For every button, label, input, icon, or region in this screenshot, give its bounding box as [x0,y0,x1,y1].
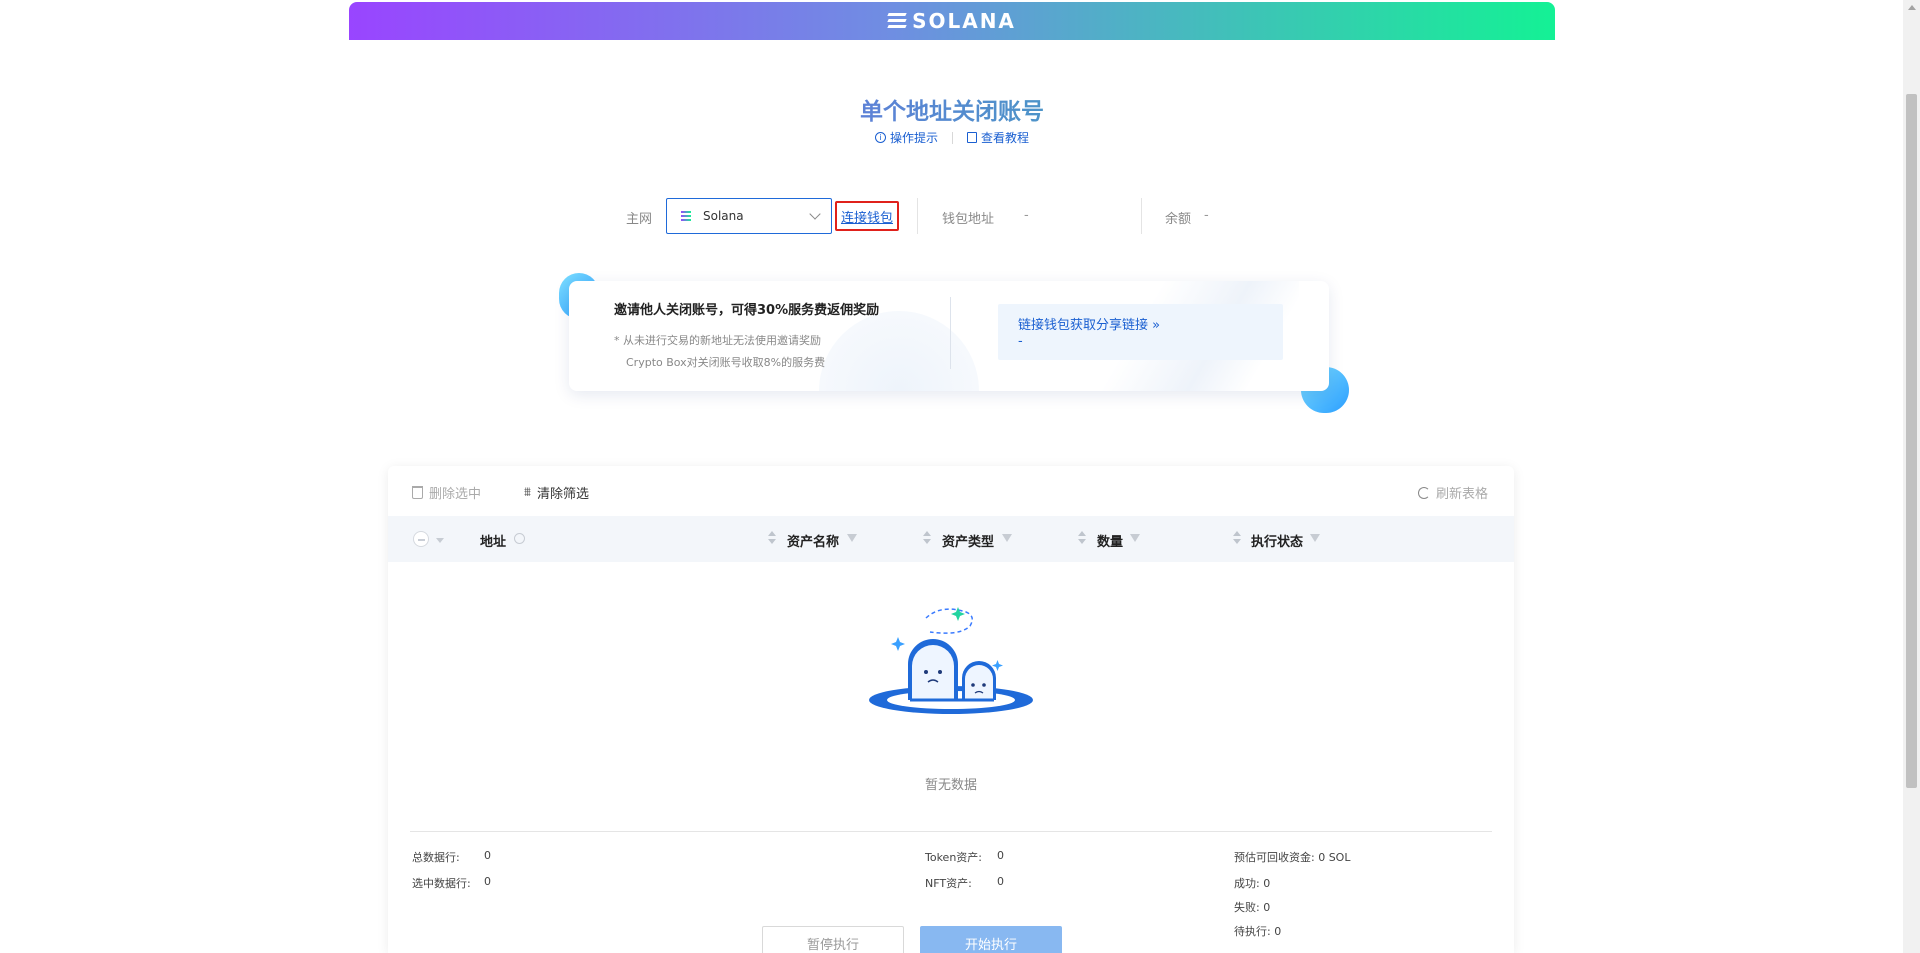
sort-icon[interactable] [923,530,931,546]
solana-logo: SOLANA [887,9,1016,33]
refresh-icon [1418,486,1430,499]
accounts-table-card: 删除选中 ⩩ 清除筛选 刷新表格 地址 资产名称 资产类型 数量 执行状态 暂无… [388,466,1514,953]
tutorial-label: 查看教程 [981,131,1030,145]
tutorial-link[interactable]: 查看教程 [967,129,1029,146]
delete-selected-label: 删除选中 [429,487,482,502]
recoverable-funds: 预估可回收资金: 0 SOL [1234,851,1351,864]
column-address[interactable]: 地址 [480,531,506,550]
divider [917,198,918,234]
divider [410,831,1492,832]
filter-icon[interactable] [1130,534,1140,542]
nft-assets-label: NFT资产: [925,877,972,890]
info-icon: i [874,132,886,143]
page-title: 单个地址关闭账号 [349,92,1555,126]
wallet-address-label: 钱包地址 [942,212,995,227]
selected-rows-value: 0 [484,875,491,888]
balance-label: 余额 [1165,212,1192,227]
balance-value: - [1204,208,1209,223]
tips-link[interactable]: i 操作提示 [874,129,938,146]
trash-icon [412,486,423,499]
page-scrollbar[interactable] [1903,0,1920,953]
sort-icon[interactable] [1233,530,1241,546]
filter-icon[interactable] [1310,534,1320,542]
divider [952,131,953,144]
total-rows-value: 0 [484,849,491,862]
chevron-down-icon [809,208,821,220]
caret-down-icon[interactable] [436,538,444,543]
referral-note: * 从未进行交易的新地址无法使用邀请奖励 [614,334,821,347]
nft-assets-value: 0 [997,875,1004,888]
search-icon[interactable] [514,533,525,544]
referral-note: Crypto Box对关闭账号收取8%的服务费 [626,356,826,369]
scrollbar-thumb[interactable] [1906,94,1917,788]
delete-selected-button[interactable]: 删除选中 [412,483,481,502]
selected-rows-label: 选中数据行: [412,877,471,890]
select-all-checkbox[interactable] [413,531,429,547]
filter-icon[interactable] [1002,534,1012,542]
share-link-value: - [1018,334,1023,349]
clear-filter-label: 清除筛选 [536,487,589,502]
empty-text: 暂无数据 [924,778,977,793]
filter-icon[interactable] [847,534,857,542]
failed-count: 失败: 0 [1234,901,1271,914]
page-content: 单个地址关闭账号 i 操作提示 查看教程 主网 Solana 连接钱包 钱包地址… [349,40,1555,953]
column-asset-name[interactable]: 资产名称 [787,531,839,550]
divider [1141,198,1142,234]
solana-logo-icon [887,13,907,29]
pending-count: 待执行: 0 [1234,925,1282,938]
token-assets-value: 0 [997,849,1004,862]
header-banner: SOLANA [349,2,1555,40]
solana-icon [681,211,691,221]
success-count: 成功: 0 [1234,877,1271,890]
table-header: 地址 资产名称 资产类型 数量 执行状态 [388,516,1514,562]
scroll-up-icon[interactable] [1908,5,1916,10]
divider [950,297,951,369]
get-share-link[interactable]: 链接钱包获取分享链接 » [1018,314,1160,333]
total-rows-label: 总数据行: [412,851,460,864]
share-link-box: 链接钱包获取分享链接 » - [998,304,1283,360]
sort-icon[interactable] [1078,530,1086,546]
refresh-table-button[interactable]: 刷新表格 [1418,483,1488,502]
tips-label: 操作提示 [889,131,938,145]
table-toolbar: 删除选中 ⩩ 清除筛选 刷新表格 [388,466,1514,516]
column-quantity[interactable]: 数量 [1097,531,1123,550]
refresh-label: 刷新表格 [1436,487,1489,502]
token-assets-label: Token资产: [925,851,983,864]
network-label: 主网 [626,212,653,227]
referral-promo: 邀请他人关闭账号，可得30%服务费返佣奖励 * 从未进行交易的新地址无法使用邀请… [559,273,1349,413]
clear-filter-button[interactable]: ⩩ 清除筛选 [524,483,589,502]
clear-filter-icon: ⩩ [524,485,531,500]
column-asset-type[interactable]: 资产类型 [942,531,994,550]
pause-button[interactable]: 暂停执行 [762,926,904,953]
column-exec-status[interactable]: 执行状态 [1251,531,1303,550]
referral-title: 邀请他人关闭账号，可得30%服务费返佣奖励 [614,303,880,318]
connect-wallet-button[interactable]: 连接钱包 [835,201,899,231]
empty-illustration-icon [869,607,1033,714]
network-select[interactable]: Solana [666,198,832,234]
empty-state [388,606,1514,722]
network-selected-value: Solana [703,209,744,223]
start-button[interactable]: 开始执行 [920,926,1062,953]
sort-icon[interactable] [768,530,776,546]
wallet-address-value: - [1024,208,1029,223]
logo-text: SOLANA [912,9,1016,33]
book-icon [967,132,977,143]
network-row: 主网 Solana 连接钱包 钱包地址 - 余额 - [349,198,1555,234]
referral-card: 邀请他人关闭账号，可得30%服务费返佣奖励 * 从未进行交易的新地址无法使用邀请… [569,281,1329,391]
help-links: i 操作提示 查看教程 [349,129,1555,146]
